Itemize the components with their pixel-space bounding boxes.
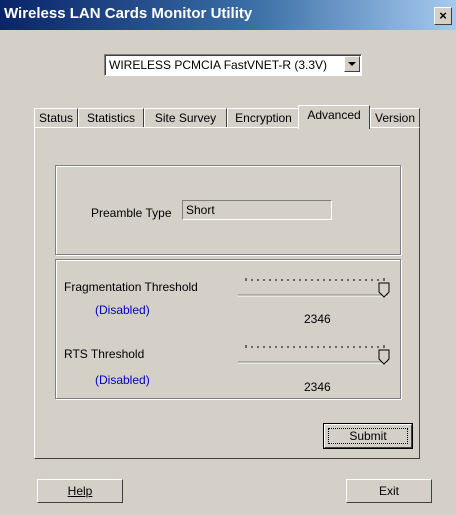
preamble-value: Short	[186, 203, 215, 217]
tab-statistics[interactable]: Statistics	[78, 108, 144, 128]
slider-ticks	[245, 345, 385, 348]
tab-version[interactable]: Version	[370, 108, 420, 128]
fragmentation-slider[interactable]	[238, 270, 394, 302]
title-bar[interactable]: Wireless LAN Cards Monitor Utility ×	[0, 0, 456, 30]
close-button[interactable]: ×	[434, 7, 452, 25]
tab-site-survey[interactable]: Site Survey	[144, 108, 227, 128]
device-select[interactable]: WIRELESS PCMCIA FastVNET-R (3.3V)	[104, 54, 362, 76]
focus-outline	[328, 428, 408, 444]
rts-status: (Disabled)	[95, 373, 150, 387]
window-title: Wireless LAN Cards Monitor Utility	[4, 5, 253, 22]
help-label: Help	[67, 484, 93, 498]
app-window: Wireless LAN Cards Monitor Utility × WIR…	[0, 0, 456, 515]
device-select-value: WIRELESS PCMCIA FastVNET-R (3.3V)	[109, 58, 328, 72]
close-icon: ×	[439, 8, 447, 23]
tab-advanced[interactable]: Advanced	[298, 105, 370, 129]
slider-ticks	[245, 278, 385, 281]
tab-status[interactable]: Status	[34, 108, 78, 128]
preamble-label: Preamble Type	[91, 206, 172, 220]
exit-label: Exit	[378, 484, 399, 498]
rts-value: 2346	[304, 380, 331, 394]
exit-button[interactable]: Exit	[346, 479, 432, 503]
chevron-down-icon	[348, 62, 356, 66]
fragmentation-value: 2346	[304, 312, 331, 326]
help-button[interactable]: Help	[37, 479, 123, 503]
submit-button[interactable]: Submit	[323, 423, 413, 449]
tab-encryption[interactable]: Encryption	[227, 108, 300, 128]
fragmentation-label: Fragmentation Threshold	[64, 280, 198, 294]
fragmentation-status: (Disabled)	[95, 303, 150, 317]
dropdown-button[interactable]	[344, 56, 360, 72]
rts-label: RTS Threshold	[64, 347, 145, 361]
rts-slider[interactable]	[238, 337, 394, 369]
preamble-field[interactable]: Short	[182, 200, 332, 220]
